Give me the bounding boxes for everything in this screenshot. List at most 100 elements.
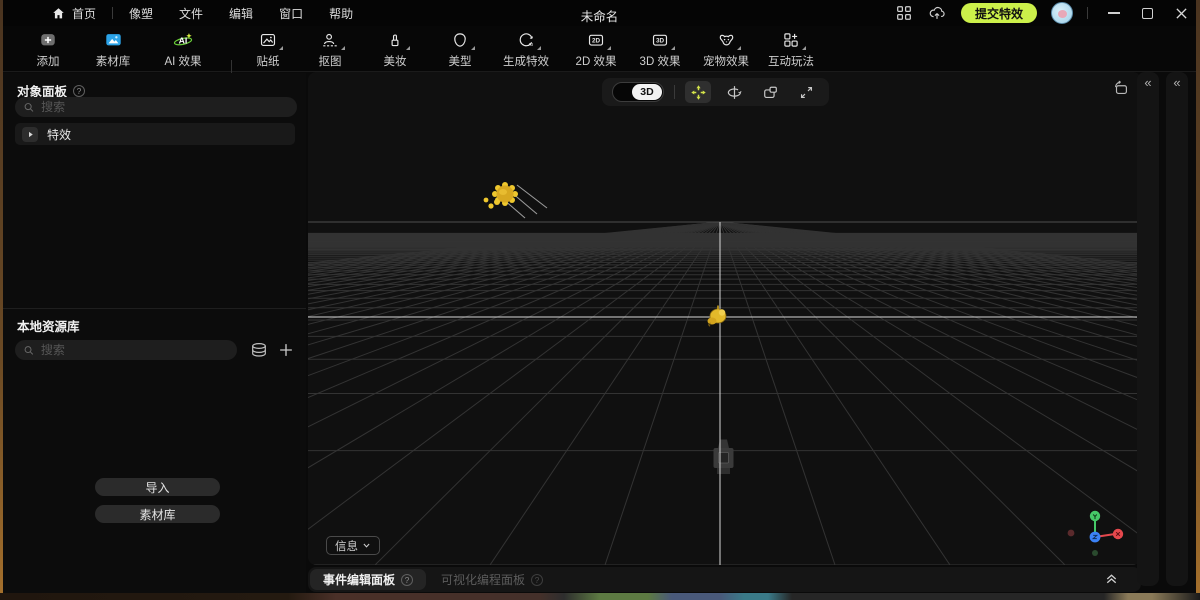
svg-text:2D: 2D	[592, 38, 601, 45]
tab-visual-programming[interactable]: 可视化编程面板 ?	[428, 569, 556, 590]
viewport-toolbar: 3D	[602, 78, 829, 106]
search-input[interactable]	[41, 343, 229, 357]
scene-camera[interactable]	[714, 436, 734, 476]
person-cutout-icon	[320, 31, 340, 49]
search-input[interactable]	[41, 100, 289, 114]
home-icon	[51, 6, 66, 21]
lipstick-icon	[385, 31, 405, 49]
menu-window[interactable]: 窗口	[279, 5, 303, 22]
viewport-3d[interactable]: 3D	[308, 72, 1141, 565]
menu-divider	[112, 7, 113, 19]
ai-generate-icon: AI	[516, 31, 536, 49]
toolbar-cutout[interactable]: 抠图	[298, 30, 362, 70]
chevron-down-icon	[362, 541, 371, 550]
panel-divider	[3, 308, 306, 309]
toolbar-2d-effects[interactable]: 2D 2D 效果	[560, 30, 632, 70]
svg-text:AI: AI	[528, 42, 533, 47]
import-button[interactable]: 导入	[95, 478, 220, 496]
help-icon[interactable]: ?	[401, 574, 413, 586]
gizmo-neg-x[interactable]	[1068, 530, 1075, 537]
scale-tool-button[interactable]	[757, 81, 783, 103]
minimize-button[interactable]	[1108, 12, 1120, 14]
double-chevron-up-icon	[1104, 571, 1119, 586]
tree-item-effect[interactable]: 特效	[15, 123, 295, 145]
maximize-button[interactable]	[1142, 8, 1153, 19]
dropdown-corner-icon	[471, 46, 475, 50]
collapsed-panel-preview[interactable]: «	[1166, 72, 1188, 586]
face-shape-icon	[450, 31, 470, 49]
menu-help[interactable]: 帮助	[329, 5, 353, 22]
layers-stack-icon[interactable]	[249, 340, 269, 360]
move-tool-button[interactable]	[685, 81, 711, 103]
add-resource-icon[interactable]	[277, 341, 295, 359]
expand-tool-button[interactable]	[793, 81, 819, 103]
close-button[interactable]	[1175, 7, 1188, 20]
dropdown-corner-icon	[737, 46, 741, 50]
menu-edit[interactable]: 编辑	[229, 5, 253, 22]
3d-badge-icon: 3D	[650, 31, 670, 49]
local-library-search[interactable]	[15, 340, 237, 360]
origin-flower-object[interactable]	[708, 306, 727, 327]
apps-grid-icon[interactable]	[895, 4, 913, 22]
tab-event-editor[interactable]: 事件编辑面板 ?	[310, 569, 426, 590]
cloud-upload-icon[interactable]	[927, 4, 947, 22]
svg-text:3D: 3D	[656, 38, 665, 45]
toolbar-material-library[interactable]: 素材库	[81, 30, 145, 70]
menu-file[interactable]: 文件	[179, 5, 203, 22]
3d-mode-label: 3D	[632, 84, 662, 100]
material-library-icon	[103, 31, 124, 49]
toolbar-sticker[interactable]: 贴纸	[236, 30, 300, 70]
titlebar-divider	[1087, 7, 1088, 19]
3d-mode-toggle[interactable]: 3D	[612, 82, 664, 102]
local-library-title: 本地资源库	[17, 316, 80, 335]
left-panel: 对象面板 ? 特效 本地资源库	[3, 73, 306, 593]
add-tile-icon	[38, 31, 58, 49]
collapsed-panel-inspector[interactable]: «	[1137, 72, 1159, 586]
ribbon-toolbar: 添加 素材库 AI AI 效果 贴纸	[3, 26, 1196, 72]
toolbar-3d-effects[interactable]: 3D 3D 效果	[624, 30, 696, 70]
dropdown-corner-icon	[279, 46, 283, 50]
home-button[interactable]: 首页	[51, 5, 96, 22]
app-window: 首页 像塑 文件 编辑 窗口 帮助 未命名 提交特效	[3, 0, 1196, 593]
rotate-tool-button[interactable]	[721, 81, 747, 103]
expand-panel-button[interactable]	[1104, 571, 1119, 586]
bottom-panel-bar: 事件编辑面板 ? 可视化编程面板 ?	[308, 567, 1141, 592]
toolbar-generate-effects[interactable]: AI 生成特效	[488, 30, 564, 70]
collapse-left-icon: «	[1166, 72, 1188, 94]
dropdown-corner-icon	[671, 46, 675, 50]
perspective-grid	[308, 222, 1141, 565]
titlebar: 首页 像塑 文件 编辑 窗口 帮助 未命名 提交特效	[3, 0, 1196, 26]
toolbar-ai-effects[interactable]: AI AI 效果	[151, 30, 215, 70]
toolbar-add[interactable]: 添加	[16, 30, 80, 70]
toolbar-makeup[interactable]: 美妆	[363, 30, 427, 70]
user-avatar[interactable]	[1051, 2, 1073, 24]
avatar-graphic	[1058, 10, 1067, 18]
toolbar-interactive-play[interactable]: 互动玩法	[753, 30, 829, 70]
menu-xiangsu[interactable]: 像塑	[129, 5, 153, 22]
expand-arrow-icon[interactable]	[22, 127, 38, 142]
comet-flower-effect[interactable]	[484, 182, 547, 218]
help-icon[interactable]: ?	[531, 574, 543, 586]
toolbar-face-shape[interactable]: 美型	[428, 30, 492, 70]
dropdown-corner-icon	[341, 46, 345, 50]
move-tool-icon	[690, 84, 707, 101]
search-icon	[23, 344, 35, 357]
submit-effect-button[interactable]: 提交特效	[961, 3, 1037, 23]
collapse-left-icon: «	[1137, 72, 1159, 94]
orientation-gizmo[interactable]	[1068, 511, 1124, 556]
pet-face-icon	[716, 31, 737, 49]
dropdown-corner-icon	[607, 46, 611, 50]
2d-badge-icon: 2D	[586, 31, 606, 49]
library-button[interactable]: 素材库	[95, 505, 220, 523]
scale-tool-icon	[762, 84, 779, 101]
rotate-tool-icon	[726, 84, 743, 101]
gizmo-neg-y[interactable]	[1092, 550, 1098, 556]
svg-text:AI: AI	[179, 36, 188, 46]
dropdown-corner-icon	[537, 46, 541, 50]
help-icon[interactable]: ?	[73, 85, 85, 97]
search-icon	[23, 101, 35, 114]
screen-rotate-button[interactable]	[1109, 77, 1133, 99]
dropdown-corner-icon	[406, 46, 410, 50]
info-dropdown-button[interactable]: 信息	[326, 536, 380, 555]
object-panel-search[interactable]	[15, 97, 297, 117]
